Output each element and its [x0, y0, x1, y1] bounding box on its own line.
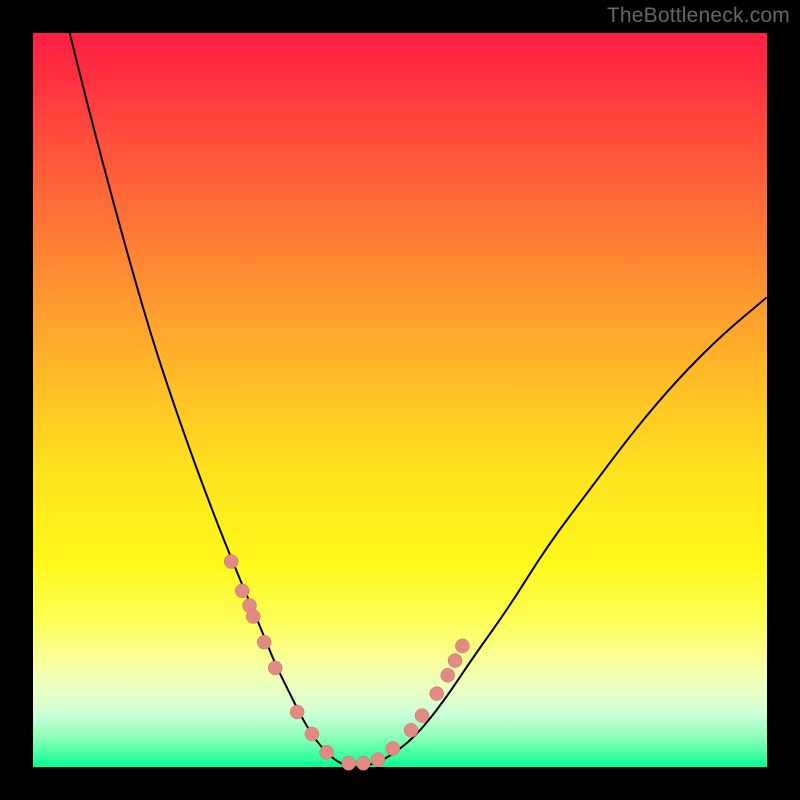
highlight-dot: [257, 635, 271, 649]
plot-area: [33, 33, 767, 767]
highlight-dot: [224, 555, 238, 569]
highlight-dot: [455, 639, 469, 653]
highlight-dot: [320, 745, 334, 759]
highlight-dot: [441, 668, 455, 682]
highlight-dot: [404, 723, 418, 737]
chart-frame: TheBottleneck.com: [0, 0, 800, 800]
highlight-dot: [235, 584, 249, 598]
bottleneck-curve: [70, 33, 767, 767]
highlight-dot: [371, 753, 385, 767]
highlight-dot: [430, 687, 444, 701]
highlight-dots: [224, 555, 469, 771]
chart-svg: [33, 33, 767, 767]
highlight-dot: [268, 661, 282, 675]
highlight-dot: [305, 727, 319, 741]
highlight-dot: [290, 705, 304, 719]
highlight-dot: [356, 756, 370, 770]
watermark-text: TheBottleneck.com: [607, 4, 790, 28]
highlight-dot: [448, 654, 462, 668]
highlight-dot: [342, 756, 356, 770]
highlight-dot: [246, 610, 260, 624]
highlight-dot: [415, 709, 429, 723]
highlight-dot: [386, 742, 400, 756]
